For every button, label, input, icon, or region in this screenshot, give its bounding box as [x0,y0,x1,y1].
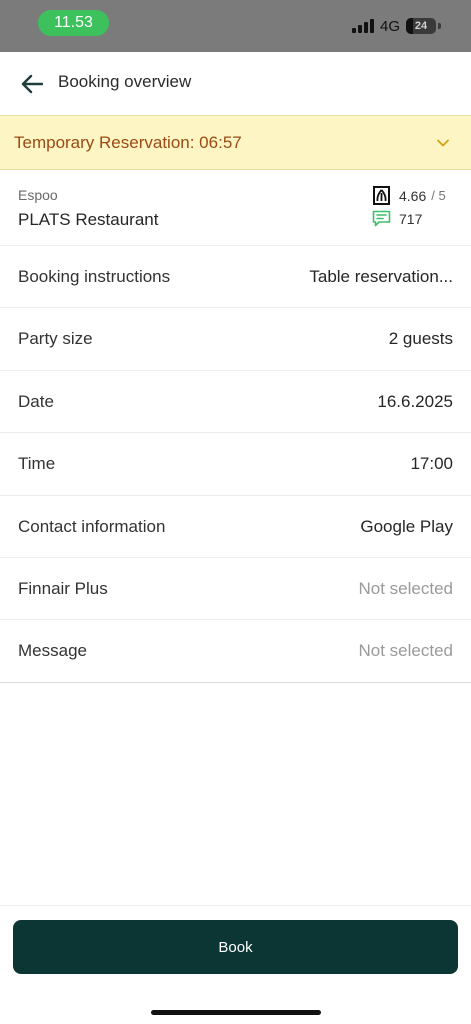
row-party-size[interactable]: Party size 2 guests [0,308,471,371]
row-value: 16.6.2025 [377,391,453,411]
page-title: Booking overview [58,72,192,91]
row-value: Table reservation... [309,267,453,286]
chevron-down-icon[interactable] [435,135,451,151]
row-value: Google Play [360,516,453,536]
row-contact-information[interactable]: Contact information Google Play [0,496,471,558]
rating: 4.66 / 5 [372,186,446,205]
reservation-timer: Temporary Reservation: 06:57 [14,133,242,152]
row-label: Booking instructions [18,267,171,286]
chat-bubble-icon [372,210,391,227]
row-time[interactable]: Time 17:00 [0,433,471,496]
header: Booking overview [0,52,471,115]
home-indicator [151,1010,321,1015]
row-message[interactable]: Message Not selected [0,620,471,683]
row-finnair-plus[interactable]: Finnair Plus Not selected [0,558,471,621]
row-value: Not selected [358,641,454,661]
row-value: 17:00 [410,454,453,474]
status-bar: 11.53 4G 24 [0,0,471,52]
restaurant-name: PLATS Restaurant [18,210,159,229]
rating-max: / 5 [431,188,446,203]
reservation-banner[interactable]: Temporary Reservation: 06:57 [0,115,471,170]
rating-value: 4.66 [399,187,427,204]
back-button[interactable] [18,70,46,98]
battery-level: 24 [414,20,428,32]
row-label: Time [18,454,56,474]
network-label: 4G [379,17,400,35]
restaurant-card[interactable]: Espoo PLATS Restaurant 4.66 / 5 717 [0,170,471,246]
battery-icon: 24 [406,18,436,34]
reviews-count: 717 [399,210,423,227]
restaurant-city: Espoo [18,187,58,203]
row-booking-instructions[interactable]: Booking instructions Table reservation..… [0,246,471,309]
book-button[interactable]: Book [13,920,458,974]
arrow-left-icon [21,74,43,94]
row-value: 2 guests [388,329,453,349]
row-label: Party size [18,329,93,349]
status-indicators: 4G 24 [351,16,441,36]
row-date[interactable]: Date 16.6.2025 [0,371,471,434]
row-value: Not selected [358,578,454,598]
status-time: 11.53 [38,10,109,36]
reviews: 717 [372,210,422,227]
booking-details: Booking instructions Table reservation..… [0,246,471,683]
row-label: Finnair Plus [18,578,108,598]
bottom-bar: Book [0,905,471,1024]
rating-badge-icon [373,186,390,205]
signal-icon [351,19,374,33]
row-label: Contact information [18,516,166,536]
row-label: Message [18,641,87,661]
battery-cap [438,23,441,29]
row-label: Date [18,391,54,411]
